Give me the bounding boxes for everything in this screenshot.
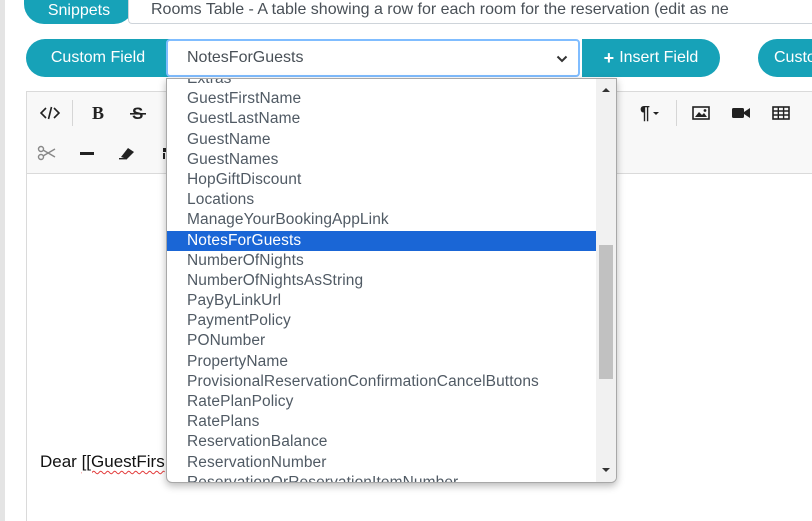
custom-field-button[interactable]: Custom Field	[26, 39, 170, 77]
snippets-select-value: Rooms Table - A table showing a row for …	[151, 1, 729, 18]
body-greeting: Dear	[40, 452, 82, 471]
second-custom-button-label: Custo	[774, 49, 812, 66]
scroll-up-arrow-icon[interactable]	[601, 85, 611, 95]
table-icon[interactable]	[767, 99, 795, 127]
eraser-icon[interactable]	[113, 139, 141, 167]
video-icon[interactable]	[727, 99, 755, 127]
insert-field-button[interactable]: + Insert Field	[582, 39, 720, 77]
dropdown-option[interactable]: PayByLinkUrl	[167, 291, 596, 311]
toolbar-separator	[72, 100, 73, 126]
dropdown-option[interactable]: RatePlanPolicy	[167, 392, 596, 412]
snippets-button[interactable]: Snippets	[24, 0, 134, 24]
second-custom-button[interactable]: Custo	[758, 39, 812, 77]
dropdown-option[interactable]: ReservationOrReservationItemNumber	[167, 473, 596, 482]
toolbar-separator	[676, 100, 677, 126]
dropdown-option[interactable]: PaymentPolicy	[167, 311, 596, 331]
plus-icon: +	[603, 47, 615, 68]
image-icon[interactable]	[687, 99, 715, 127]
code-view-icon[interactable]	[36, 99, 64, 127]
svg-text:B: B	[92, 104, 104, 122]
custom-field-button-label: Custom Field	[50, 49, 146, 66]
cut-icon[interactable]	[33, 139, 61, 167]
left-border	[0, 0, 5, 521]
dropdown-option[interactable]: ReservationBalance	[167, 432, 596, 452]
editor-body-text[interactable]: Dear [[GuestFirs	[40, 452, 165, 472]
dropdown-option[interactable]: GuestFirstName	[167, 89, 596, 109]
dropdown-option[interactable]: NumberOfNights	[167, 251, 596, 271]
horizontal-rule-icon[interactable]	[73, 139, 101, 167]
dropdown-option[interactable]: PONumber	[167, 331, 596, 351]
strikethrough-icon[interactable]: S	[124, 99, 152, 127]
dropdown-option[interactable]: Locations	[167, 190, 596, 210]
dropdown-option[interactable]: GuestName	[167, 130, 596, 150]
dropdown-option[interactable]: GuestNames	[167, 150, 596, 170]
dropdown-option[interactable]: ReservationNumber	[167, 453, 596, 473]
custom-field-select[interactable]: NotesForGuests	[166, 39, 580, 77]
dropdown-option[interactable]: ProvisionalReservationConfirmationCancel…	[167, 372, 596, 392]
dropdown-option[interactable]: GuestLastName	[167, 109, 596, 129]
option-list: Extras GuestFirstName GuestLastName GuestNa…	[167, 79, 596, 482]
paragraph-glyph: ¶	[639, 102, 650, 123]
scroll-down-arrow-icon[interactable]	[601, 465, 611, 475]
snippets-select[interactable]: Rooms Table - A table showing a row for …	[128, 0, 812, 24]
scrollbar[interactable]	[596, 79, 616, 482]
scrollbar-thumb[interactable]	[599, 245, 613, 379]
custom-field-select-value: NotesForGuests	[187, 49, 304, 66]
chevron-down-icon	[556, 55, 568, 63]
dropdown-option[interactable]: NotesForGuests	[167, 230, 596, 251]
dropdown-option[interactable]: RatePlans	[167, 412, 596, 432]
dropdown-option[interactable]: ManageYourBookingAppLink	[167, 210, 596, 230]
dropdown-option[interactable]: HopGiftDiscount	[167, 170, 596, 190]
guest-first-name-token: [[GuestFirs	[81, 452, 165, 471]
dropdown-option[interactable]: PropertyName	[167, 352, 596, 372]
insert-field-label: Insert Field	[619, 49, 699, 66]
snippets-button-label: Snippets	[47, 2, 111, 19]
paragraph-icon[interactable]: ¶	[636, 99, 664, 127]
bold-icon[interactable]: B	[84, 99, 112, 127]
custom-field-dropdown-list[interactable]: Extras GuestFirstName GuestLastName GuestNa…	[166, 78, 617, 483]
dropdown-option[interactable]: Extras	[167, 79, 596, 89]
dropdown-option[interactable]: NumberOfNightsAsString	[167, 271, 596, 291]
